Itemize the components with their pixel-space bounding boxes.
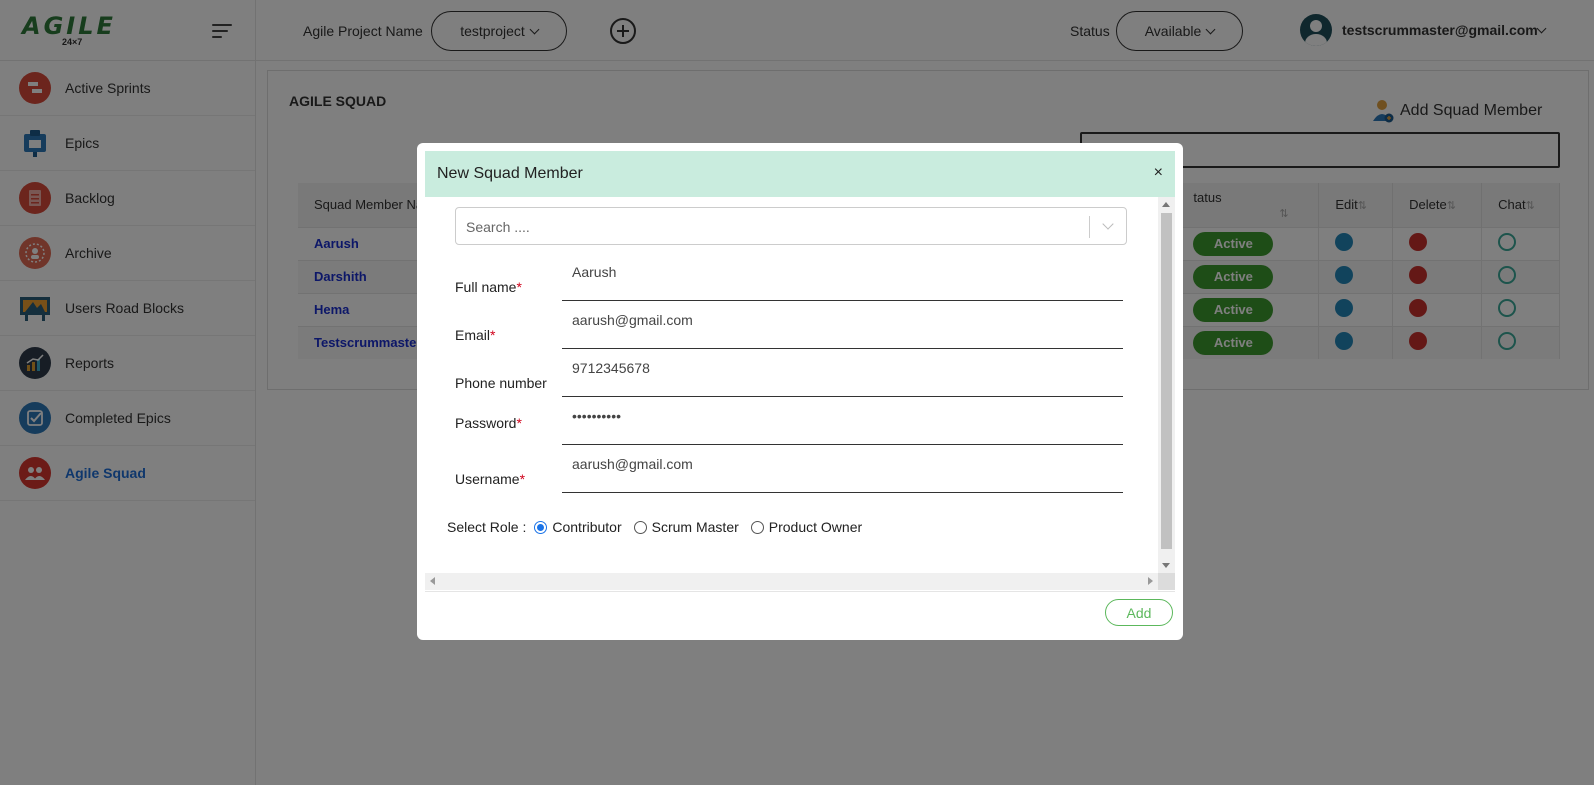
scroll-thumb[interactable] (1161, 213, 1172, 549)
radio-icon[interactable] (633, 520, 647, 534)
scrollbar-corner (1158, 573, 1175, 590)
username-label: Username* (455, 471, 526, 487)
close-icon[interactable]: × (1154, 163, 1163, 183)
email-label: Email* (455, 327, 496, 343)
horizontal-scrollbar[interactable] (425, 573, 1158, 590)
select-separator (1089, 216, 1090, 238)
chevron-down-icon[interactable] (1102, 218, 1114, 230)
password-label: Password* (455, 415, 522, 431)
role-selector: Select Role : Contributor Scrum Master P… (447, 519, 862, 535)
add-button[interactable]: Add (1105, 599, 1173, 626)
role-option-scrum-master[interactable]: Scrum Master (633, 519, 739, 535)
vertical-scrollbar[interactable] (1158, 197, 1175, 573)
modal-title: New Squad Member (437, 165, 583, 182)
modal-footer: Add (425, 591, 1175, 632)
scroll-up-icon[interactable] (1162, 202, 1170, 207)
username-field[interactable] (562, 449, 1123, 493)
radio-checked-icon[interactable] (534, 520, 548, 534)
password-field[interactable] (562, 401, 1123, 445)
scroll-right-icon[interactable] (1148, 577, 1153, 585)
phone-number-label: Phone number (455, 375, 547, 391)
email-field[interactable] (562, 305, 1123, 349)
scroll-down-icon[interactable] (1162, 563, 1170, 568)
new-squad-member-dialog: New Squad Member × Search .... Full name… (417, 143, 1183, 640)
scroll-left-icon[interactable] (430, 577, 435, 585)
role-option-contributor[interactable]: Contributor (534, 519, 622, 535)
modal-body: Search .... Full name* Email* Phone numb… (425, 197, 1175, 591)
radio-icon[interactable] (750, 520, 764, 534)
phone-number-field[interactable] (562, 353, 1123, 397)
modal-header: New Squad Member × (425, 151, 1175, 197)
role-option-product-owner[interactable]: Product Owner (750, 519, 862, 535)
full-name-field[interactable] (562, 257, 1123, 301)
search-placeholder: Search .... (466, 219, 530, 235)
select-role-label: Select Role : (447, 519, 527, 535)
full-name-label: Full name* (455, 279, 522, 295)
member-search-select[interactable]: Search .... (455, 207, 1127, 245)
